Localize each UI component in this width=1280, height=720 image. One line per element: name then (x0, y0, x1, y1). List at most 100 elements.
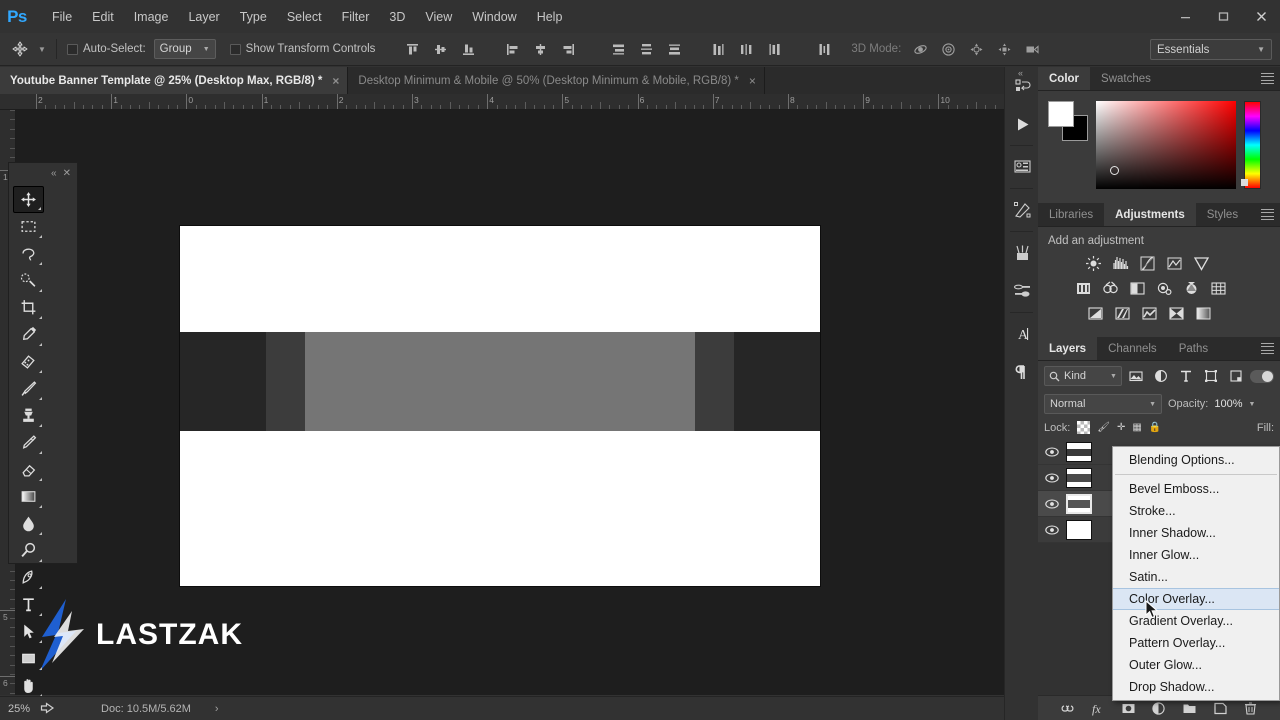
menu-file[interactable]: File (42, 5, 82, 29)
maximize-icon[interactable] (1204, 0, 1242, 33)
align-vertical-centers-icon[interactable] (427, 37, 453, 61)
color-lookup-icon[interactable] (1207, 278, 1229, 298)
collapse-panel-icon[interactable]: « (51, 168, 57, 179)
menu-view[interactable]: View (415, 5, 462, 29)
distribute-bottom-edges-icon[interactable] (661, 37, 687, 61)
panel-menu-icon[interactable] (1261, 209, 1274, 220)
menu-help[interactable]: Help (527, 5, 573, 29)
menu-item-satin[interactable]: Satin... (1113, 566, 1279, 588)
orbit-3d-icon[interactable] (907, 37, 933, 61)
crop-tool[interactable] (13, 294, 44, 321)
slide-3d-icon[interactable] (991, 37, 1017, 61)
move-tool-icon[interactable] (6, 37, 34, 61)
properties-icon[interactable] (1005, 148, 1039, 186)
close-icon[interactable]: × (749, 76, 756, 86)
clone-stamp-tool[interactable] (13, 402, 44, 429)
brightness-contrast-icon[interactable] (1082, 253, 1104, 273)
hue-saturation-icon[interactable] (1072, 278, 1094, 298)
selective-color-icon[interactable] (1192, 303, 1214, 323)
add-layer-style-icon[interactable]: fx (1088, 698, 1108, 718)
gradient-tool[interactable] (13, 483, 44, 510)
actions-play-icon[interactable] (1005, 105, 1039, 143)
menu-item-gradient-overlay[interactable]: Gradient Overlay... (1113, 610, 1279, 632)
layer-thumbnail[interactable] (1066, 468, 1092, 488)
align-right-edges-icon[interactable] (555, 37, 581, 61)
panel-menu-icon[interactable] (1261, 73, 1274, 84)
path-selection-tool[interactable] (13, 618, 44, 645)
distribute-top-edges-icon[interactable] (605, 37, 631, 61)
quick-selection-tool[interactable] (13, 267, 44, 294)
filter-kind-dropdown[interactable]: Kind ▼ (1044, 366, 1122, 386)
history-brush-tool[interactable] (13, 429, 44, 456)
align-horizontal-centers-icon[interactable] (527, 37, 553, 61)
lock-artboard-nesting-icon[interactable]: ▦ (1132, 422, 1141, 433)
layer-thumbnail[interactable] (1066, 520, 1092, 540)
document-tab-active[interactable]: Youtube Banner Template @ 25% (Desktop M… (0, 67, 348, 94)
eyedropper-tool[interactable] (13, 321, 44, 348)
tab-channels[interactable]: Channels (1097, 337, 1168, 360)
color-field[interactable] (1096, 101, 1236, 189)
eye-icon[interactable] (1044, 525, 1060, 535)
brush-presets-icon[interactable] (1005, 234, 1039, 272)
gradient-map-icon[interactable] (1165, 303, 1187, 323)
curves-icon[interactable] (1136, 253, 1158, 273)
layer-thumbnail[interactable] (1066, 494, 1092, 514)
rectangular-marquee-tool[interactable] (13, 213, 44, 240)
exposure-icon[interactable] (1163, 253, 1185, 273)
blend-mode-dropdown[interactable]: Normal ▼ (1044, 394, 1162, 414)
tab-adjustments[interactable]: Adjustments (1104, 203, 1196, 226)
menu-image[interactable]: Image (124, 5, 179, 29)
close-icon[interactable]: × (332, 76, 339, 86)
new-layer-icon[interactable] (1210, 698, 1230, 718)
posterize-icon[interactable] (1111, 303, 1133, 323)
auto-select-checkbox[interactable]: Auto-Select: (67, 43, 146, 55)
share-icon[interactable] (40, 702, 55, 716)
eraser-tool[interactable] (13, 456, 44, 483)
distribute-left-edges-icon[interactable] (705, 37, 731, 61)
menu-item-inner-shadow[interactable]: Inner Shadow... (1113, 522, 1279, 544)
horizontal-ruler[interactable]: 21012345678910 (0, 94, 1012, 110)
eye-icon[interactable] (1044, 447, 1060, 457)
invert-icon[interactable] (1084, 303, 1106, 323)
paths-icon[interactable] (1005, 191, 1039, 229)
hand-tool[interactable] (13, 672, 44, 699)
menu-select[interactable]: Select (277, 5, 332, 29)
brush-tool[interactable] (13, 375, 44, 402)
distribute-right-edges-icon[interactable] (761, 37, 787, 61)
panel-menu-icon[interactable] (1261, 343, 1274, 354)
lock-position-icon[interactable]: ✛ (1117, 422, 1125, 433)
zoom-3d-camera-icon[interactable] (1019, 37, 1045, 61)
align-top-edges-icon[interactable] (399, 37, 425, 61)
black-white-icon[interactable] (1126, 278, 1148, 298)
menu-item-color-overlay[interactable]: Color Overlay... (1113, 588, 1279, 610)
lasso-tool[interactable] (13, 240, 44, 267)
menu-type[interactable]: Type (230, 5, 277, 29)
align-bottom-edges-icon[interactable] (455, 37, 481, 61)
collapse-panels-icon[interactable]: « (1018, 68, 1023, 78)
photo-filter-icon[interactable] (1153, 278, 1175, 298)
menu-item-bevel-emboss[interactable]: Bevel Emboss... (1113, 478, 1279, 500)
lock-image-pixels-icon[interactable]: 🖌 (1097, 422, 1110, 433)
minimize-icon[interactable] (1166, 0, 1204, 33)
vibrance-icon[interactable] (1190, 253, 1212, 273)
show-transform-checkbox[interactable]: Show Transform Controls (230, 43, 376, 55)
show-transform-box[interactable] (230, 44, 241, 55)
tool-preset-caret-icon[interactable]: ▼ (34, 45, 50, 54)
close-icon[interactable]: ✕ (63, 168, 71, 179)
tab-color[interactable]: Color (1038, 67, 1090, 90)
channel-mixer-icon[interactable] (1180, 278, 1202, 298)
filter-shape-icon[interactable] (1200, 366, 1222, 386)
lock-all-icon[interactable]: 🔒 (1149, 422, 1161, 433)
spot-healing-brush-tool[interactable] (13, 348, 44, 375)
workspace-dropdown[interactable]: Essentials ▼ (1150, 39, 1272, 60)
levels-icon[interactable] (1109, 253, 1131, 273)
filter-toggle[interactable] (1250, 370, 1274, 383)
document-tab-inactive[interactable]: Desktop Minimum & Mobile @ 50% (Desktop … (348, 67, 764, 94)
menu-item-stroke[interactable]: Stroke... (1113, 500, 1279, 522)
distribute-vertical-centers-icon[interactable] (633, 37, 659, 61)
blur-tool[interactable] (13, 510, 44, 537)
close-icon[interactable] (1242, 0, 1280, 33)
pen-tool[interactable] (13, 564, 44, 591)
menu-3d[interactable]: 3D (379, 5, 415, 29)
menu-item-pattern-overlay[interactable]: Pattern Overlay... (1113, 632, 1279, 654)
